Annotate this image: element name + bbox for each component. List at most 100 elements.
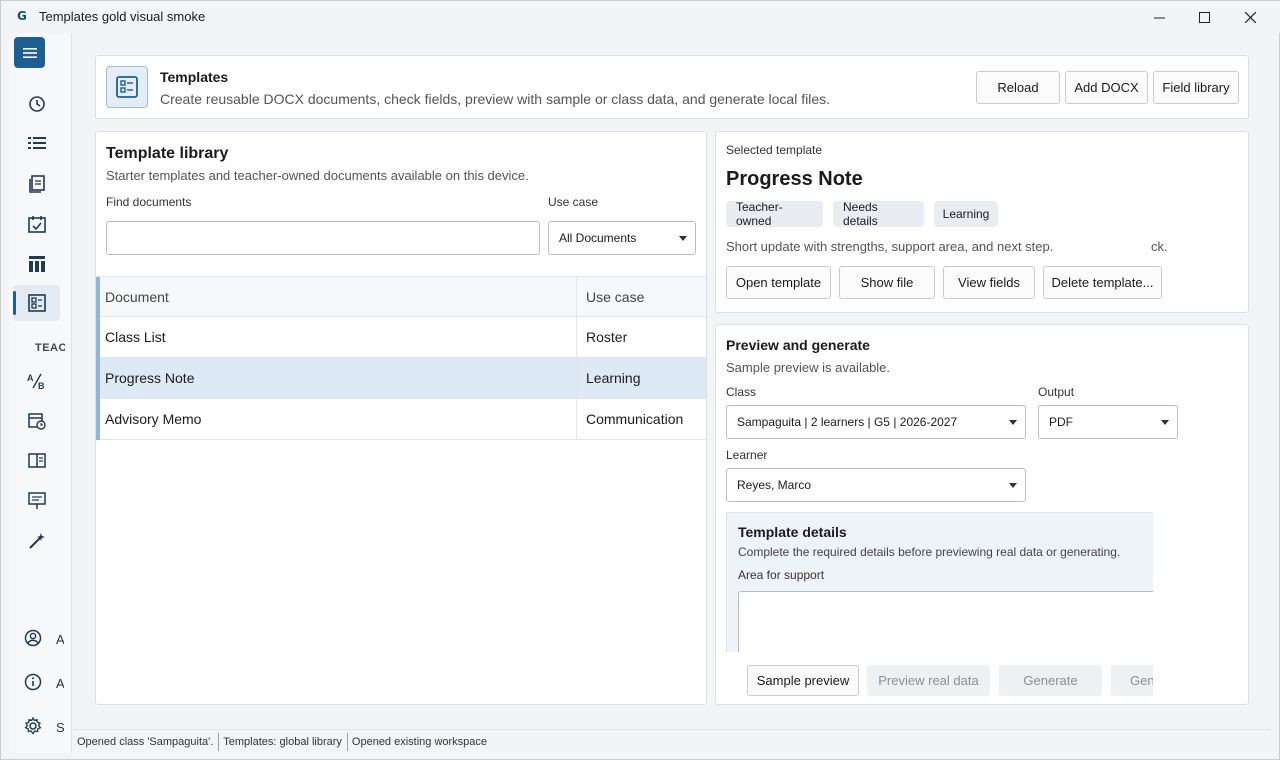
schedule-icon[interactable] [25, 409, 49, 433]
class-select[interactable]: Sampaguita | 2 learners | G5 | 2026-2027 [726, 405, 1026, 439]
add-docx-button[interactable]: Add DOCX [1065, 71, 1148, 104]
templates-header-icon [106, 66, 148, 108]
sample-preview-button[interactable]: Sample preview [747, 665, 859, 696]
find-documents-label: Find documents [106, 195, 192, 209]
preview-actions: Sample preview Preview real data Generat… [741, 661, 1153, 701]
menu-button[interactable] [14, 37, 45, 68]
chevron-down-icon [1009, 483, 1017, 488]
calendar-check-icon[interactable] [25, 212, 49, 236]
close-icon [1244, 11, 1256, 23]
rail-about-label: A [56, 676, 64, 691]
row-document: Progress Note [96, 358, 577, 398]
row-use-case: Roster [586, 329, 628, 345]
table-row-selected[interactable]: Progress Note Learning [96, 358, 706, 399]
reload-button[interactable]: Reload [976, 71, 1060, 104]
generate-all-button[interactable]: Gene [1111, 665, 1153, 696]
output-value: PDF [1049, 415, 1073, 429]
selected-template-name: Progress Note [726, 168, 863, 190]
presentation-icon[interactable] [25, 489, 49, 513]
selected-template-eyebrow: Selected template [726, 143, 823, 157]
learner-value: Reyes, Marco [737, 478, 812, 492]
row-accent [96, 358, 100, 399]
open-template-button[interactable]: Open template [726, 266, 831, 299]
header-accent [96, 277, 100, 318]
delete-template-button[interactable]: Delete template... [1043, 266, 1162, 299]
history-icon[interactable] [25, 92, 49, 116]
description-overflow: ck. [1151, 239, 1168, 254]
ab-grading-icon[interactable]: AB [25, 369, 49, 393]
use-case-value: All Documents [559, 231, 637, 245]
row-document: Class List [96, 317, 577, 357]
output-select[interactable]: PDF [1038, 405, 1178, 439]
library-subtitle: Starter templates and teacher-owned docu… [106, 168, 529, 183]
maximize-icon [1198, 11, 1210, 23]
status-bar: Opened class 'Sampaguita'. Templates: gl… [73, 729, 1271, 753]
class-label: Class [726, 385, 757, 399]
table-row[interactable]: Class List Roster [96, 317, 706, 358]
preview-title: Preview and generate [726, 337, 870, 353]
chevron-down-icon [679, 236, 687, 241]
documents-icon[interactable] [25, 172, 49, 196]
chevron-down-icon [1161, 420, 1169, 425]
close-button[interactable] [1227, 1, 1273, 33]
status-class: Opened class 'Sampaguita'. [73, 732, 220, 751]
preview-status: Sample preview is available. [726, 360, 891, 375]
columns-icon[interactable] [25, 252, 49, 276]
use-case-select[interactable]: All Documents [548, 221, 696, 255]
book-icon[interactable] [25, 449, 49, 473]
column-header-use-case[interactable]: Use case [577, 277, 706, 316]
minimize-button[interactable] [1136, 1, 1182, 33]
hamburger-icon [22, 47, 37, 58]
area-for-support-label: Area for support [738, 568, 825, 582]
learner-label: Learner [726, 448, 768, 462]
owner-badge: Teacher-owned [726, 200, 823, 228]
rail-settings-label: S [56, 720, 64, 735]
page-subtitle: Create reusable DOCX documents, check fi… [160, 91, 830, 107]
list-icon[interactable] [25, 131, 49, 155]
app-logo-icon: G [17, 9, 27, 23]
status-badge: Needs details [833, 200, 924, 228]
info-icon[interactable] [21, 670, 45, 694]
template-details-subtitle: Complete the required details before pre… [738, 545, 1121, 559]
chevron-down-icon [1009, 420, 1017, 425]
maximize-button[interactable] [1181, 1, 1227, 33]
title-bar: G Templates gold visual smoke [1, 1, 1280, 33]
templates-icon[interactable] [25, 291, 49, 315]
svg-text:A: A [27, 373, 34, 383]
field-library-button[interactable]: Field library [1153, 71, 1239, 104]
row-use-case: Communication [586, 411, 684, 427]
area-for-support-field[interactable] [738, 591, 1153, 652]
svg-text:B: B [38, 381, 45, 390]
class-value: Sampaguita | 2 learners | G5 | 2026-2027 [737, 415, 958, 429]
preview-real-data-button[interactable]: Preview real data [867, 665, 990, 696]
column-header-document[interactable]: Document [96, 277, 577, 316]
row-use-case: Learning [586, 370, 641, 386]
selected-template-description: Short update with strengths, support are… [726, 239, 1054, 254]
minimize-icon [1153, 17, 1165, 18]
library-title: Template library [106, 145, 229, 162]
rail-account-label: A [56, 632, 64, 647]
app-window: G Templates gold visual smoke TEAC A B A… [0, 0, 1280, 760]
view-fields-button[interactable]: View fields [943, 266, 1035, 299]
settings-gear-icon[interactable] [21, 714, 45, 738]
row-accent [96, 317, 100, 358]
template-details-title: Template details [738, 524, 847, 540]
magic-wand-icon[interactable] [25, 529, 49, 553]
show-file-button[interactable]: Show file [839, 266, 935, 299]
row-accent [96, 399, 100, 440]
template-details-section: Template details Complete the required d… [726, 512, 1153, 652]
generate-button[interactable]: Generate [999, 665, 1102, 696]
find-documents-input[interactable] [106, 221, 540, 255]
nav-rail: TEAC AB A A S [9, 33, 72, 753]
active-indicator [13, 291, 16, 315]
table-header: Document Use case [96, 276, 706, 318]
use-case-badge: Learning [934, 201, 998, 227]
page-title: Templates [160, 69, 229, 85]
rail-section-label: TEAC [35, 342, 65, 354]
learner-select[interactable]: Reyes, Marco [726, 468, 1026, 502]
table-row[interactable]: Advisory Memo Communication [96, 399, 706, 440]
window-title: Templates gold visual smoke [39, 9, 206, 24]
status-library: Templates: global library [219, 732, 348, 751]
use-case-label: Use case [548, 195, 599, 209]
account-icon[interactable] [21, 626, 45, 650]
